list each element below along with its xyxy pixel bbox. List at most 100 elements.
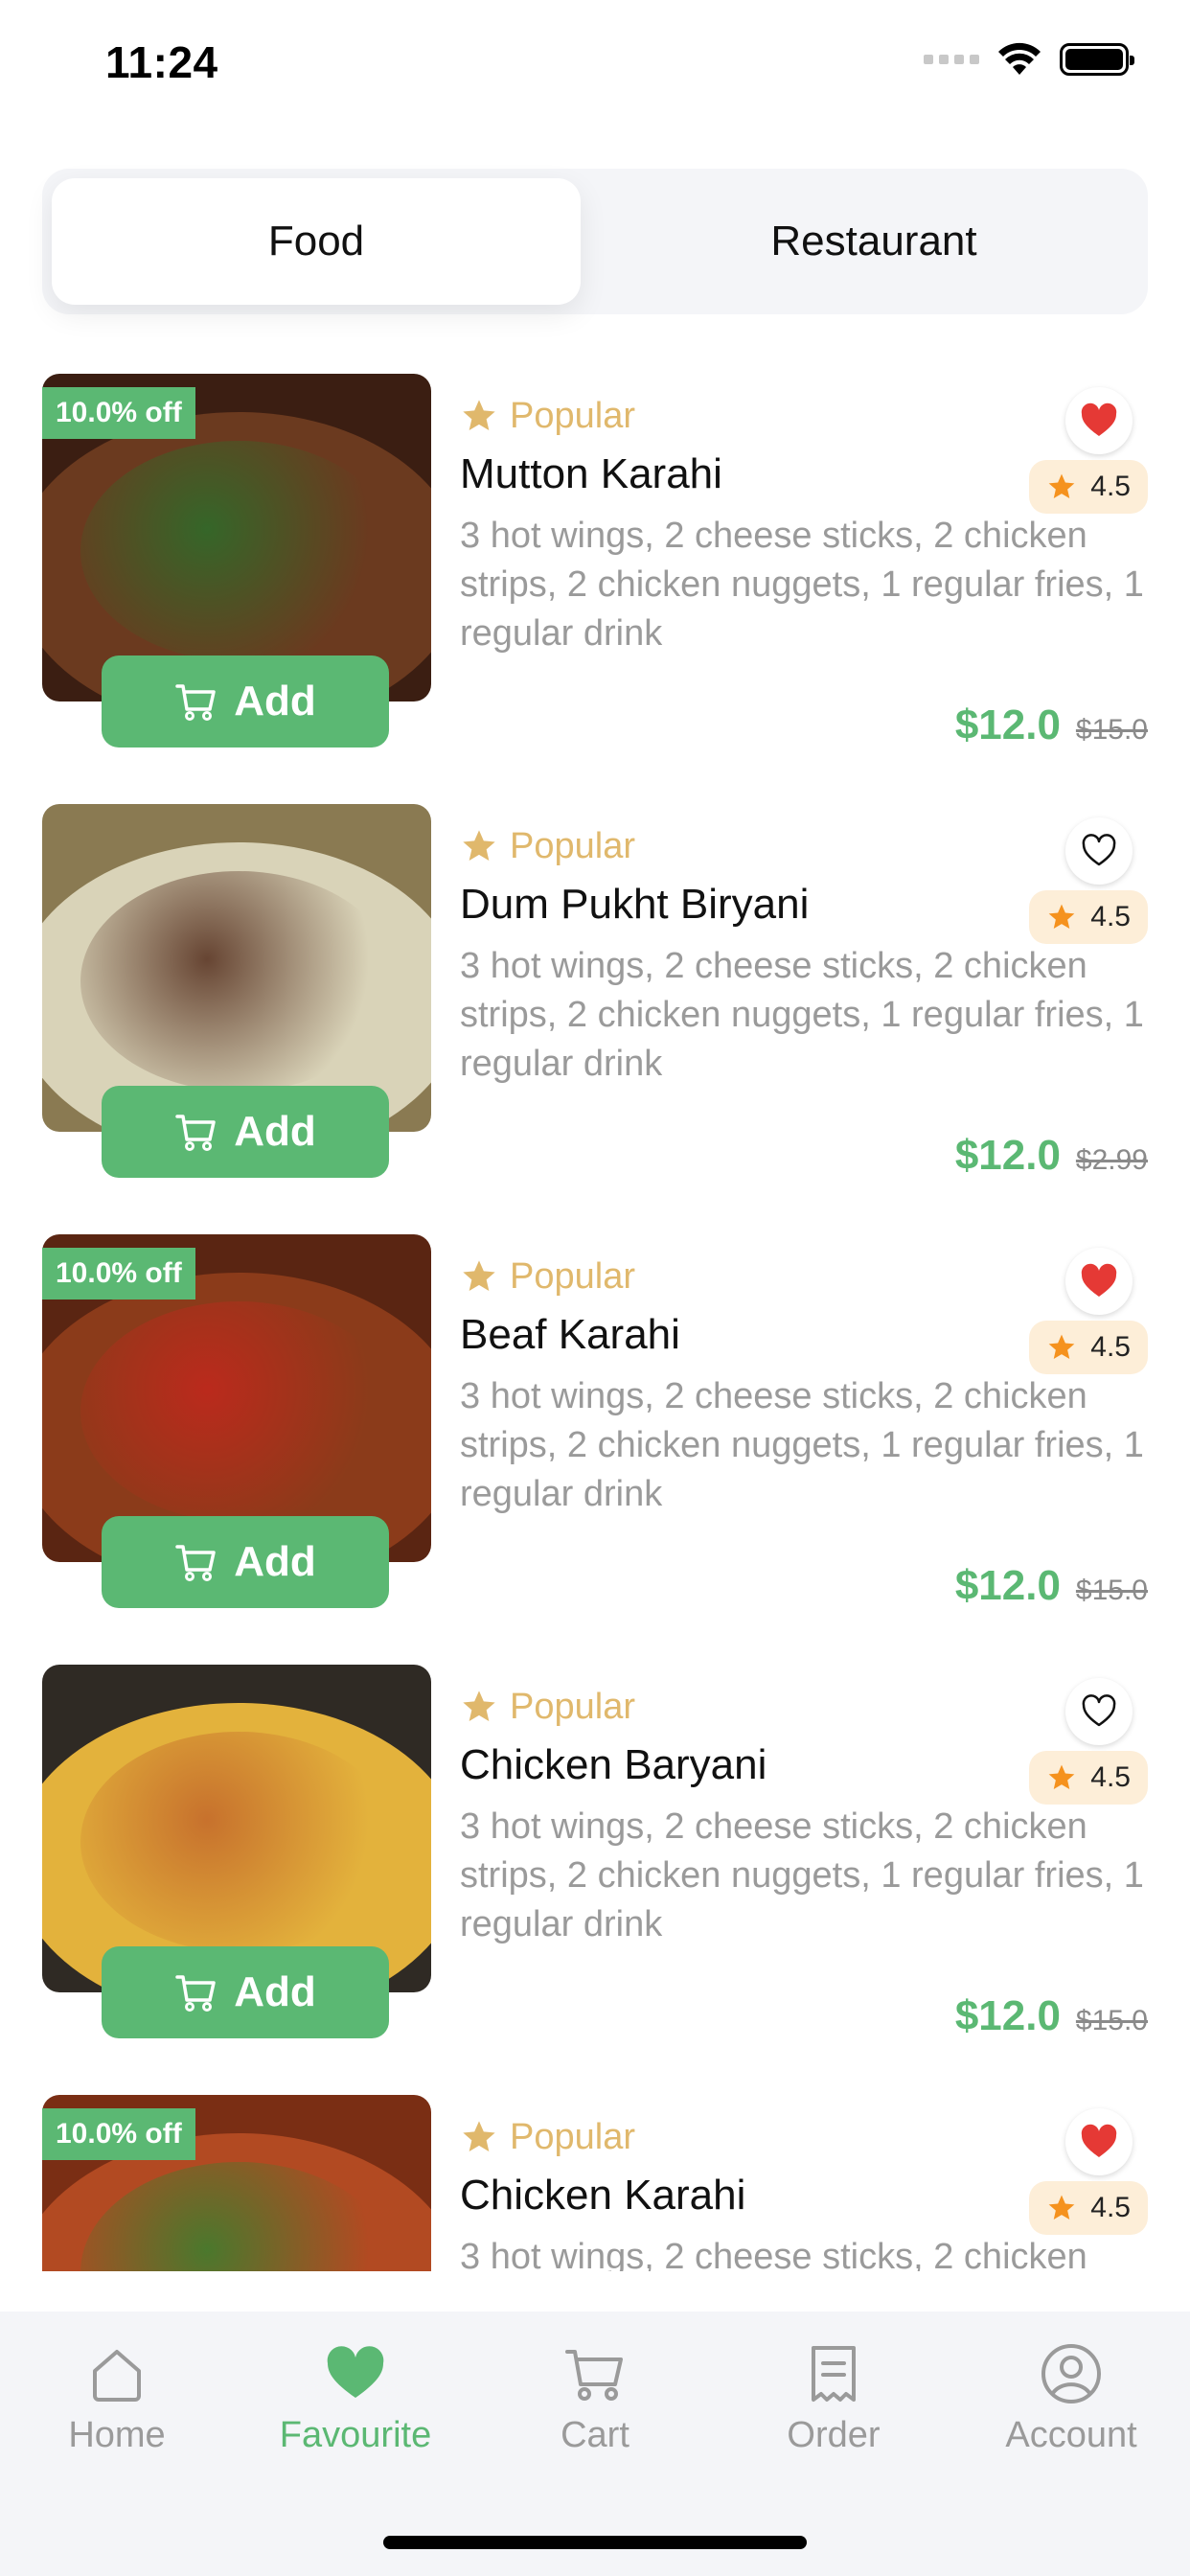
cart-icon: [175, 1115, 216, 1151]
add-button-label: Add: [234, 1968, 316, 2015]
food-item[interactable]: Add Popular Dum Pukht Biryani 4.5 3 hot …: [42, 804, 1148, 1187]
old-price: $2.99: [1075, 1144, 1148, 1176]
star-icon: [1048, 2195, 1075, 2220]
star-icon: [463, 400, 495, 430]
nav-cart-label: Cart: [561, 2415, 629, 2455]
add-to-cart-button[interactable]: Add: [102, 1516, 389, 1608]
food-info: Popular Chicken Karahi 4.5 3 hot wings, …: [460, 2114, 1148, 2271]
star-icon: [1048, 473, 1075, 498]
price: $12.0: [954, 1992, 1061, 2039]
signal-icon: [924, 55, 979, 64]
add-button-label: Add: [234, 1538, 316, 1585]
nav-favourite[interactable]: Favourite: [260, 2342, 451, 2456]
food-description: 3 hot wings, 2 cheese sticks, 2 chicken …: [460, 946, 1144, 1084]
tab-food[interactable]: Food: [52, 178, 581, 305]
nav-order-label: Order: [787, 2415, 881, 2455]
price-row: $12.0 $2.99: [955, 1132, 1148, 1180]
cart-icon: [175, 684, 216, 721]
rating-badge: 4.5: [1029, 890, 1148, 944]
popular-tag: Popular: [460, 1254, 1148, 1300]
rating-badge: 4.5: [1029, 1751, 1148, 1805]
nav-home[interactable]: Home: [21, 2342, 213, 2456]
food-image[interactable]: [42, 1665, 431, 1992]
food-list: 10.0% off Add Popular Mutton Karahi 4.5 …: [0, 374, 1190, 2271]
old-price: $15.0: [1075, 1575, 1148, 1606]
cart-icon: [175, 1975, 216, 2012]
star-icon: [1048, 904, 1075, 929]
nav-order[interactable]: Order: [738, 2342, 929, 2456]
price-row: $12.0 $15.0: [955, 1562, 1148, 1610]
food-description: 3 hot wings, 2 cheese sticks, 2 chicken …: [460, 2237, 1087, 2271]
battery-icon: [1060, 43, 1134, 76]
add-to-cart-button[interactable]: Add: [102, 1086, 389, 1178]
star-icon: [463, 830, 495, 861]
food-item[interactable]: Add Popular Chicken Baryani 4.5 3 hot wi…: [42, 1665, 1148, 2048]
price: $12.0: [954, 1562, 1061, 1609]
star-icon: [463, 1260, 495, 1291]
cart-icon: [175, 1545, 216, 1581]
food-description: 3 hot wings, 2 cheese sticks, 2 chicken …: [460, 1376, 1144, 1514]
rating-badge: 4.5: [1029, 2181, 1148, 2235]
old-price: $15.0: [1075, 2005, 1148, 2036]
food-item[interactable]: 10.0% off Add Popular Chicken Karahi: [42, 2095, 1148, 2271]
add-button-label: Add: [234, 678, 316, 724]
rating-value: 4.5: [1090, 901, 1131, 932]
price: $12.0: [954, 1132, 1061, 1179]
nav-favourite-label: Favourite: [279, 2415, 432, 2455]
food-info: Popular Beaf Karahi 4.5 3 hot wings, 2 c…: [460, 1254, 1148, 1609]
price-row: $12.0 $15.0: [955, 1992, 1148, 2040]
receipt-icon: [812, 2346, 856, 2402]
popular-label: Popular: [510, 1686, 635, 1727]
old-price: $15.0: [1075, 714, 1148, 746]
discount-badge: 10.0% off: [42, 1248, 195, 1300]
rating-badge: 4.5: [1029, 460, 1148, 514]
discount-badge: 10.0% off: [42, 2108, 195, 2160]
status-time: 11:24: [105, 37, 218, 87]
star-icon: [463, 2121, 495, 2151]
star-icon: [1048, 1764, 1075, 1789]
home-indicator: [383, 2536, 807, 2549]
popular-label: Popular: [510, 825, 635, 866]
food-item[interactable]: 10.0% off Add Popular Mutton Karahi 4.5 …: [42, 374, 1148, 757]
nav-home-label: Home: [68, 2415, 166, 2455]
popular-label: Popular: [510, 1255, 635, 1297]
star-icon: [463, 1690, 495, 1721]
price: $12.0: [954, 702, 1061, 748]
user-icon: [1041, 2344, 1101, 2404]
add-button-label: Add: [234, 1108, 316, 1155]
status-icons: [924, 42, 1134, 77]
price-row: $12.0 $15.0: [955, 702, 1148, 749]
food-item[interactable]: 10.0% off Add Popular Beaf Karahi 4.5 3 …: [42, 1234, 1148, 1618]
rating-value: 4.5: [1090, 1331, 1131, 1363]
nav-account-label: Account: [1005, 2415, 1137, 2455]
popular-label: Popular: [510, 395, 635, 436]
add-to-cart-button[interactable]: Add: [102, 656, 389, 748]
popular-tag: Popular: [460, 2114, 1148, 2160]
food-image[interactable]: [42, 804, 431, 1132]
tab-restaurant[interactable]: Restaurant: [609, 178, 1138, 305]
food-info: Popular Dum Pukht Biryani 4.5 3 hot wing…: [460, 823, 1148, 1179]
add-to-cart-button[interactable]: Add: [102, 1946, 389, 2038]
rating-value: 4.5: [1090, 2192, 1131, 2223]
nav-account[interactable]: Account: [975, 2342, 1167, 2456]
food-restaurant-toggle: Food Restaurant: [42, 169, 1148, 314]
popular-label: Popular: [510, 2116, 635, 2157]
popular-tag: Popular: [460, 823, 1148, 869]
cart-icon: [565, 2350, 623, 2401]
star-icon: [1048, 1334, 1075, 1359]
food-description: 3 hot wings, 2 cheese sticks, 2 chicken …: [460, 516, 1144, 654]
heart-icon: [327, 2346, 384, 2398]
food-description: 3 hot wings, 2 cheese sticks, 2 chicken …: [460, 1806, 1144, 1944]
food-info: Popular Chicken Baryani 4.5 3 hot wings,…: [460, 1684, 1148, 2039]
rating-value: 4.5: [1090, 471, 1131, 502]
nav-cart[interactable]: Cart: [499, 2342, 691, 2456]
popular-tag: Popular: [460, 1684, 1148, 1730]
popular-tag: Popular: [460, 393, 1148, 439]
status-bar: 11:24: [0, 0, 1190, 134]
home-icon: [93, 2350, 141, 2402]
discount-badge: 10.0% off: [42, 387, 195, 439]
rating-value: 4.5: [1090, 1761, 1131, 1793]
food-info: Popular Mutton Karahi 4.5 3 hot wings, 2…: [460, 393, 1148, 748]
wifi-icon: [998, 42, 1041, 75]
rating-badge: 4.5: [1029, 1321, 1148, 1374]
